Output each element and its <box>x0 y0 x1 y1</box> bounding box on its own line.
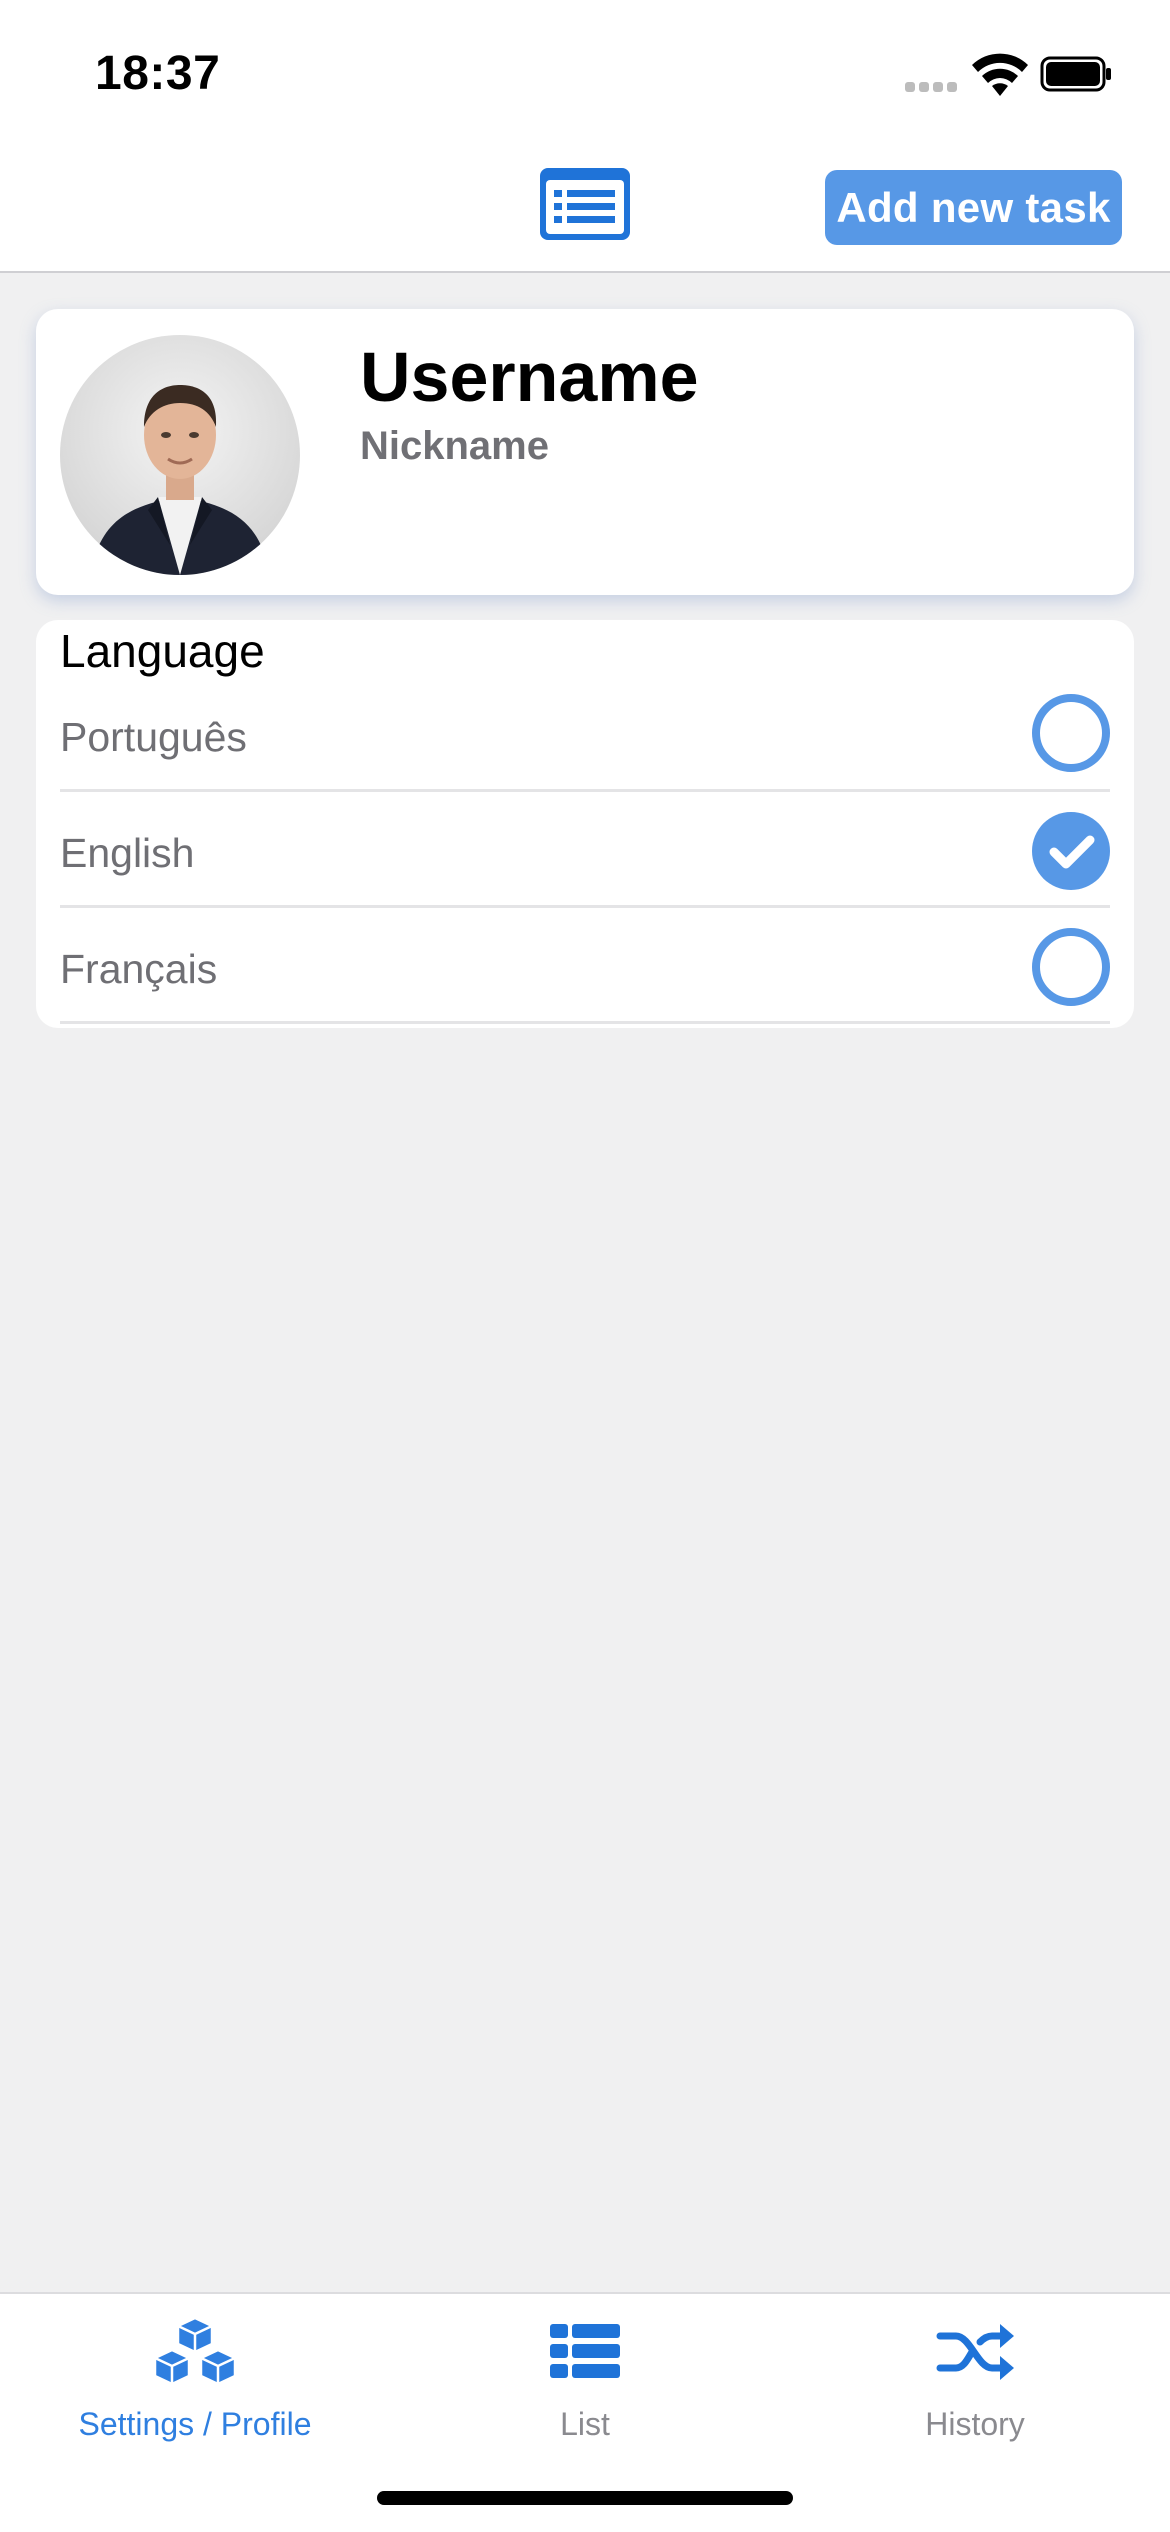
language-option-english[interactable]: English <box>60 792 1110 908</box>
cubes-icon <box>153 2316 237 2386</box>
language-option-label: Français <box>60 946 218 992</box>
tab-list[interactable]: List <box>390 2294 780 2464</box>
tab-settings-profile[interactable]: Settings / Profile <box>0 2294 390 2464</box>
radio-unchecked-icon[interactable] <box>1032 694 1110 772</box>
avatar-photo <box>90 385 270 575</box>
wifi-icon <box>972 53 1028 96</box>
language-title: Language <box>60 625 265 677</box>
avatar[interactable] <box>60 335 300 575</box>
shuffle-icon <box>936 2324 1014 2380</box>
cellular-signal-icon <box>905 82 959 92</box>
radio-checked-icon[interactable] <box>1032 812 1110 890</box>
tab-label: List <box>560 2406 610 2442</box>
tab-label: Settings / Profile <box>78 2406 312 2442</box>
language-option-label: Português <box>60 714 247 760</box>
nickname: Nickname <box>360 424 549 468</box>
radio-unchecked-icon[interactable] <box>1032 928 1110 1006</box>
list-card-icon[interactable] <box>540 168 630 240</box>
language-option-label: English <box>60 830 195 876</box>
language-option-portugues[interactable]: Português <box>60 676 1110 792</box>
home-indicator[interactable] <box>377 2491 793 2505</box>
status-time: 18:37 <box>95 47 221 100</box>
top-bar: 18:37 Add new task <box>0 0 1170 273</box>
list-icon <box>550 2324 620 2378</box>
tab-label: History <box>925 2406 1025 2442</box>
profile-card[interactable]: Username Nickname <box>36 309 1134 595</box>
language-option-francais[interactable]: Français <box>60 908 1110 1024</box>
tab-history[interactable]: History <box>780 2294 1170 2464</box>
username: Username <box>360 338 699 416</box>
language-card: Language Português English Français <box>36 620 1134 1028</box>
add-new-task-button[interactable]: Add new task <box>825 170 1122 245</box>
settings-profile-screen: 18:37 Add new task Username Nickname Lan… <box>0 0 1170 2532</box>
battery-full-icon <box>1040 56 1111 92</box>
